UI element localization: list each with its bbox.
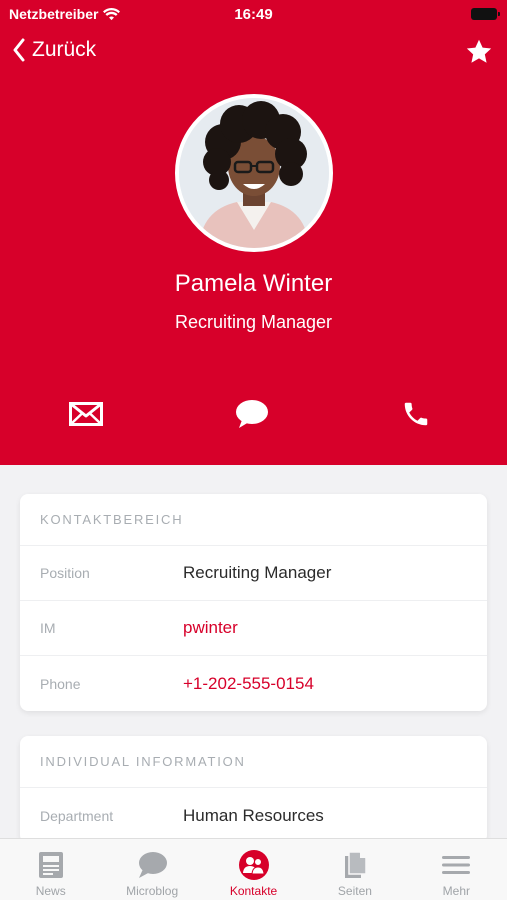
- profile-name: Pamela Winter: [174, 270, 333, 297]
- speech-bubble-icon: [139, 852, 168, 878]
- contact-card: KONTAKTBEREICH Position Recruiting Manag…: [20, 494, 487, 711]
- position-label: Position: [40, 565, 90, 581]
- call-button[interactable]: [396, 396, 436, 432]
- phone-link[interactable]: +1-202-555-0154: [183, 674, 314, 694]
- tab-mehr[interactable]: Mehr: [406, 839, 507, 900]
- phone-row: Phone +1-202-555-0154: [20, 656, 487, 711]
- email-button[interactable]: [66, 396, 106, 432]
- tab-seiten[interactable]: Seiten: [304, 839, 405, 900]
- nav-bar: Zurück: [0, 36, 507, 70]
- battery-icon: [471, 8, 500, 20]
- back-label: Zurück: [32, 38, 97, 61]
- phone-label: Phone: [40, 675, 81, 692]
- department-row: Department Human Resources: [20, 788, 487, 843]
- tab-news[interactable]: News: [0, 839, 101, 900]
- individual-info-card: INDIVIDUAL INFORMATION Department Human …: [20, 736, 487, 843]
- avatar: [175, 94, 333, 252]
- tab-kontakte[interactable]: Kontakte: [203, 839, 304, 900]
- pages-icon: [344, 851, 367, 878]
- contact-section-title: KONTAKTBEREICH: [20, 494, 487, 546]
- department-value: Human Resources: [183, 805, 324, 825]
- chevron-left-icon: [13, 38, 25, 62]
- tab-seiten-label: Seiten: [337, 884, 372, 898]
- profile-title: Recruiting Manager: [174, 312, 333, 332]
- chat-bubble-icon: [236, 400, 268, 428]
- tab-mehr-label: Mehr: [442, 884, 470, 898]
- im-label: IM: [40, 620, 56, 636]
- phone-icon: [404, 402, 428, 426]
- chat-button[interactable]: [232, 396, 272, 432]
- tab-microblog[interactable]: Microblog: [101, 839, 202, 900]
- newspaper-icon: [38, 852, 63, 878]
- position-row: Position Recruiting Manager: [20, 546, 487, 601]
- envelope-icon: [69, 402, 103, 426]
- profile-photo: [179, 98, 329, 248]
- back-button[interactable]: Zurück: [12, 38, 96, 62]
- profile-header: Netzbetreiber 16:49 Zurück Pamela Winter…: [0, 0, 507, 465]
- im-row: IM pwinter: [20, 601, 487, 656]
- im-link[interactable]: pwinter: [183, 618, 238, 638]
- tab-bar: News Microblog Kontakte Seiten Mehr: [0, 838, 507, 900]
- individual-section-title: INDIVIDUAL INFORMATION: [20, 736, 487, 788]
- menu-icon: [442, 856, 471, 874]
- tab-microblog-label: Microblog: [126, 884, 179, 898]
- star-icon[interactable]: [465, 38, 493, 66]
- contacts-icon: [238, 850, 269, 880]
- tab-kontakte-label: Kontakte: [229, 884, 278, 898]
- status-time: 16:49: [234, 6, 273, 23]
- department-label: Department: [40, 807, 114, 824]
- position-value: Recruiting Manager: [183, 563, 332, 582]
- tab-news-label: News: [35, 884, 66, 898]
- status-bar: Netzbetreiber 16:49: [0, 0, 507, 28]
